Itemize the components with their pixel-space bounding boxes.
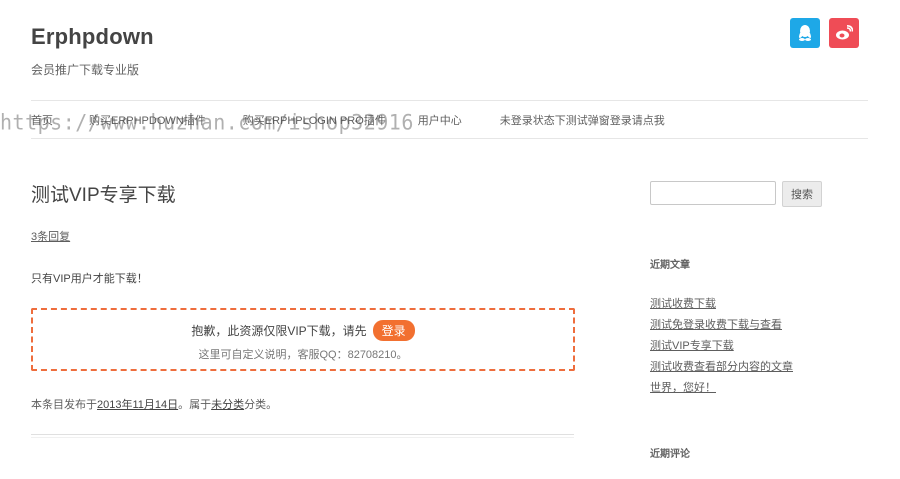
- meta-middle: 。属于: [178, 399, 212, 411]
- qq-icon: [799, 25, 811, 41]
- nav-item-popup-login-test[interactable]: 未登录状态下测试弹窗登录请点我: [500, 112, 665, 128]
- recent-posts-title: 近期文章: [650, 260, 690, 271]
- post-meta: 本条目发布于2013年11月14日。属于未分类分类。: [31, 396, 277, 412]
- login-button[interactable]: 登录: [372, 320, 415, 341]
- vip-notice-line: 抱歉，此资源仅限VIP下载，请先 登录: [33, 320, 573, 341]
- nav-item-user-center[interactable]: 用户中心: [418, 112, 462, 128]
- recent-post-link[interactable]: 测试免登录收费下载与查看: [650, 315, 793, 336]
- search-button[interactable]: 搜索: [782, 181, 822, 207]
- nav-item-buy-erphplogin[interactable]: 购买ERPHPLOGIN PRO插件: [243, 112, 386, 128]
- recent-posts-list: 测试收费下载 测试免登录收费下载与查看 测试VIP专享下载 测试收费查看部分内容…: [650, 294, 793, 399]
- recent-post-link[interactable]: 测试VIP专享下载: [650, 336, 793, 357]
- search-input[interactable]: [650, 181, 776, 205]
- recent-post-link[interactable]: 测试收费下载: [650, 294, 793, 315]
- post-divider-shadow: [31, 437, 574, 438]
- category-link[interactable]: 未分类: [211, 399, 244, 411]
- main-nav: 首页 购买ERPHPDOWN插件 购买ERPHPLOGIN PRO插件 用户中心…: [31, 101, 665, 138]
- weibo-icon: [836, 25, 853, 40]
- weibo-button[interactable]: [829, 18, 859, 48]
- nav-item-home[interactable]: 首页: [31, 112, 53, 128]
- qq-button[interactable]: [790, 18, 820, 48]
- vip-only-text: 只有VIP用户才能下载！: [31, 273, 148, 285]
- nav-item-buy-erphpdown[interactable]: 购买ERPHPDOWN插件: [89, 112, 206, 128]
- custom-description: 这里可自定义说明，客服QQ：82708210。: [198, 349, 408, 361]
- meta-prefix: 本条目发布于: [31, 399, 97, 411]
- nav-divider-bottom: [31, 138, 868, 139]
- post-date-link[interactable]: 2013年11月14日: [97, 399, 178, 411]
- vip-notice-text: 抱歉，此资源仅限VIP下载，请先: [191, 324, 367, 338]
- recent-comments-title: 近期评论: [650, 449, 690, 460]
- post-divider: [31, 434, 574, 435]
- vip-notice-box: 抱歉，此资源仅限VIP下载，请先 登录 这里可自定义说明，客服QQ：827082…: [31, 308, 575, 371]
- recent-post-link[interactable]: 测试收费查看部分内容的文章: [650, 357, 793, 378]
- post-title: 测试VIP专享下载: [31, 185, 176, 206]
- meta-suffix: 分类。: [244, 399, 278, 411]
- recent-post-link[interactable]: 世界，您好！: [650, 378, 793, 399]
- site-description: 会员推广下载专业版: [31, 63, 140, 77]
- reply-count-link[interactable]: 3条回复: [31, 228, 70, 244]
- site-title[interactable]: Erphpdown: [31, 24, 154, 50]
